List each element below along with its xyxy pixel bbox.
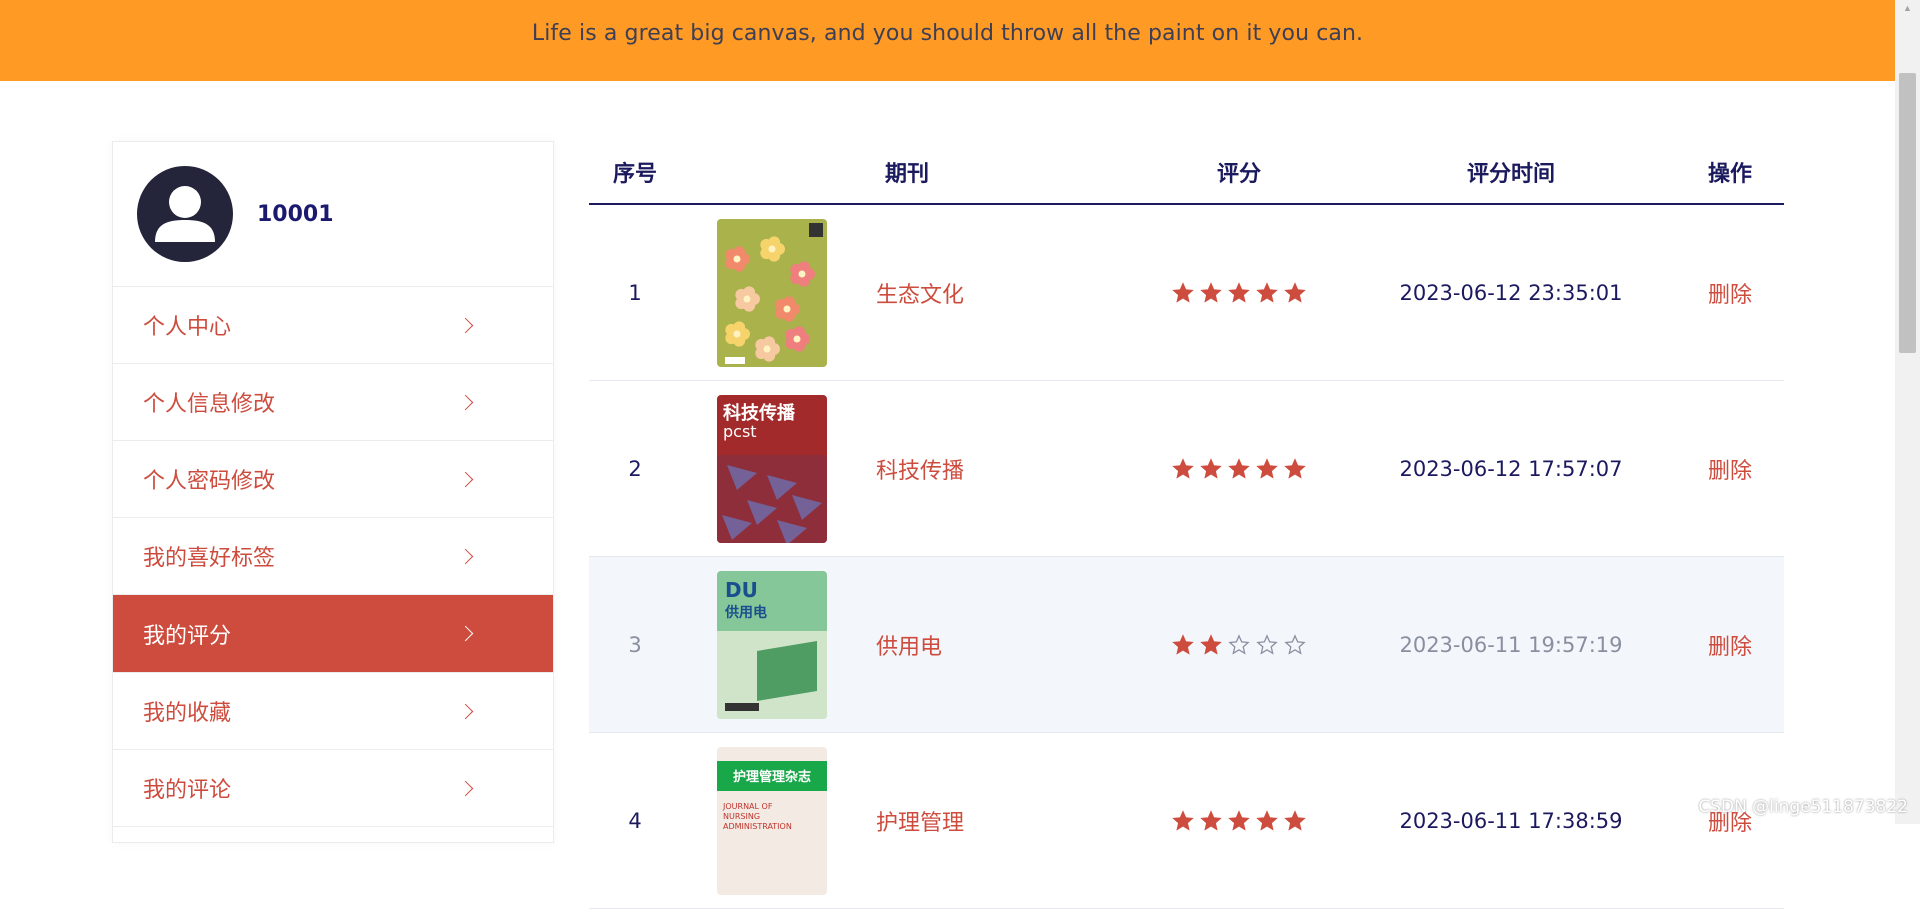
star-icon [1200,809,1222,831]
page-scrollbar[interactable]: ▲ [1895,0,1920,824]
journal-title-link[interactable]: 护理管理 [876,805,964,837]
svg-text:DU: DU [725,578,758,602]
sidebar-item-3[interactable]: 我的喜好标签 [113,518,553,595]
star-icon [1228,633,1250,655]
chevron-right-icon [457,471,474,487]
svg-text:NURSING: NURSING [723,812,760,821]
user-silhouette-icon [137,166,233,262]
star-icon [1200,457,1222,479]
rating-time: 2023-06-12 17:57:07 [1399,456,1623,481]
table-row[interactable]: 2 科技传播 pcst 科技传播 2023-06-12 17:57:07 删除 [589,381,1784,557]
banner-quote: Life is a great big canvas, and you shou… [531,21,1364,46]
header-time: 评分时间 [1466,161,1556,186]
chevron-right-icon [457,703,474,719]
star-icon [1256,633,1278,655]
star-icon [1284,457,1306,479]
svg-text:ADMINISTRATION: ADMINISTRATION [723,822,792,831]
sidebar-item-label: 个人中心 [143,314,232,339]
svg-text:护理管理杂志: 护理管理杂志 [733,769,811,785]
delete-button[interactable]: 删除 [1708,453,1752,485]
row-index: 2 [628,456,642,481]
header-rating: 评分 [1216,161,1262,186]
journal-cover[interactable]: 护理管理杂志 JOURNAL OF NURSING ADMINISTRATION [717,746,827,895]
row-index: 3 [628,632,642,657]
star-icon [1256,281,1278,303]
rating-time: 2023-06-11 19:57:19 [1399,632,1623,657]
sidebar-item-label: 我的评论 [143,777,232,802]
star-icon [1172,633,1194,655]
delete-button[interactable]: 删除 [1708,629,1752,661]
svg-text:科技传播: 科技传播 [723,402,796,424]
row-index: 1 [628,280,642,305]
star-icon [1172,457,1194,479]
header-action: 操作 [1707,161,1753,186]
rating-time: 2023-06-11 17:38:59 [1399,808,1623,833]
table-row[interactable]: 1 生态文化 2023-06-12 23:35:01 删除 [589,205,1784,381]
journal-cover[interactable]: 科技传播 pcst [717,394,827,543]
svg-text:JOURNAL OF: JOURNAL OF [722,802,773,811]
sidebar-item-2[interactable]: 个人密码修改 [113,441,553,518]
top-banner: Life is a great big canvas, and you shou… [0,0,1895,81]
star-icon [1172,281,1194,303]
chevron-right-icon [457,625,474,642]
star-icon [1256,809,1278,831]
sidebar-item-label: 我的收藏 [143,700,232,725]
star-icon [1284,809,1306,831]
sidebar: 10001 个人中心个人信息修改 个人密码修改 我的喜好标签 我的评分我的收藏我的评论 [112,141,554,843]
sidebar-item-label: 个人信息修改 [143,391,276,416]
header-journal: 期刊 [884,161,930,186]
rating-stars [1172,457,1306,480]
journal-title-link[interactable]: 供用电 [876,629,942,661]
chevron-right-icon [457,780,474,796]
star-icon [1284,633,1306,655]
star-icon [1284,281,1306,303]
journal-cover[interactable] [717,218,827,367]
sidebar-item-label: 个人密码修改 [143,468,276,493]
sidebar-item-4[interactable]: 我的评分 [113,595,553,673]
star-icon [1200,281,1222,303]
table-row[interactable]: 3 DU 供用电 供用电 2023-06-11 19:57:19 删除 [589,557,1784,733]
profile-card: 10001 [113,142,553,287]
scroll-up-icon[interactable]: ▲ [1899,0,1916,17]
sidebar-item-label: 我的喜好标签 [143,545,276,570]
chevron-right-icon [457,394,474,410]
chevron-right-icon [457,548,474,564]
rating-time: 2023-06-12 23:35:01 [1399,280,1623,305]
table-body: 1 生态文化 2023-06-12 23:35:01 删除 2 科技传播 pcst 科技传播 2… [589,205,1784,909]
sidebar-item-0[interactable]: 个人中心 [113,287,553,364]
sidebar-item-5[interactable]: 我的收藏 [113,673,553,750]
delete-button[interactable]: 删除 [1708,277,1752,309]
star-icon [1228,809,1250,831]
username: 10001 [257,201,334,227]
journal-title-link[interactable]: 生态文化 [876,277,964,309]
star-icon [1256,457,1278,479]
star-icon [1200,633,1222,655]
table-row[interactable]: 4 护理管理杂志 JOURNAL OF NURSING ADMINISTRATION 护理… [589,733,1784,909]
star-icon [1172,809,1194,831]
star-icon [1228,457,1250,479]
rating-stars [1172,809,1306,832]
rating-stars [1172,633,1306,656]
journal-cover[interactable]: DU 供用电 [717,570,827,719]
sidebar-item-1[interactable]: 个人信息修改 [113,364,553,441]
table-header: 序号 期刊 评分 评分时间 操作 [589,141,1784,205]
rating-stars [1172,281,1306,304]
watermark: CSDN @linge511873822 [1698,797,1908,817]
chevron-right-icon [457,317,474,333]
star-icon [1228,281,1250,303]
svg-text:pcst: pcst [723,422,757,441]
journal-title-link[interactable]: 科技传播 [876,453,964,485]
sidebar-menu: 个人中心个人信息修改 个人密码修改 我的喜好标签 我的评分我的收藏我的评论 [113,287,553,827]
header-index: 序号 [612,161,658,186]
row-index: 4 [628,808,642,833]
svg-text:供用电: 供用电 [724,604,767,621]
sidebar-item-6[interactable]: 我的评论 [113,750,553,827]
sidebar-item-label: 我的评分 [143,622,232,648]
scrollbar-thumb[interactable] [1899,73,1916,353]
rating-table: 序号 期刊 评分 评分时间 操作 1 生态文化 2023-06-12 23:35:0… [589,141,1784,909]
